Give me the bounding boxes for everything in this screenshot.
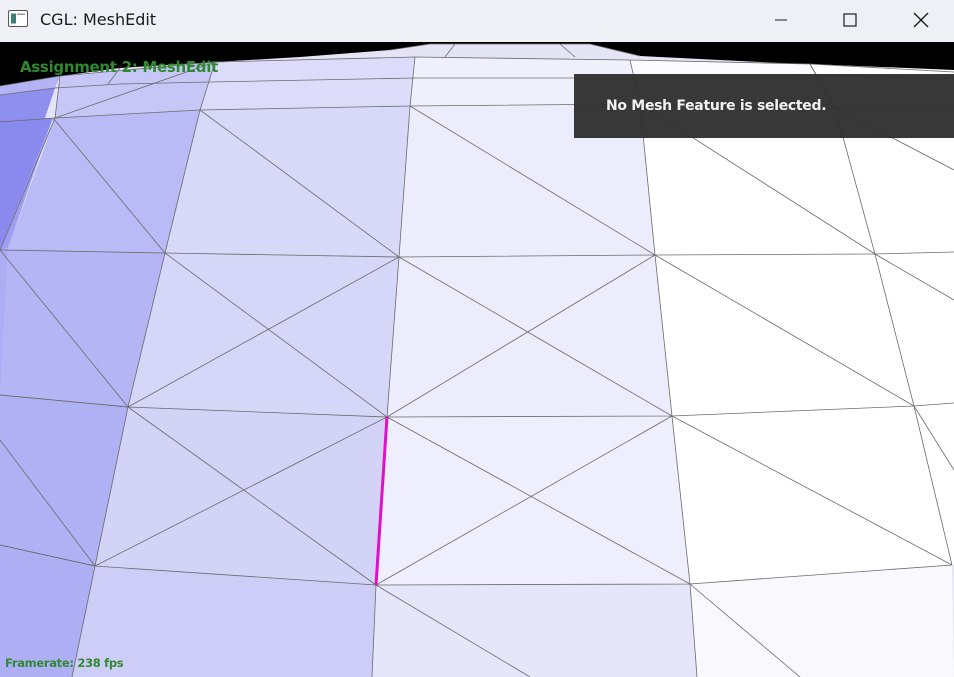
mesh-face	[387, 255, 672, 417]
window-title: CGL: MeshEdit	[40, 10, 157, 29]
minimize-button[interactable]	[746, 0, 816, 40]
minimize-icon	[775, 19, 787, 21]
mesh-face	[672, 406, 952, 584]
framerate-label: Framerate: 238 fps	[5, 656, 124, 670]
info-panel-text: No Mesh Feature is selected.	[606, 98, 827, 114]
gl-viewport[interactable]: Assignment 2: MeshEdit No Mesh Feature i…	[0, 42, 954, 677]
title-bar[interactable]: CGL: MeshEdit	[0, 0, 954, 42]
mesh-faces	[0, 57, 954, 677]
mesh-face	[372, 584, 697, 677]
mesh-face	[165, 106, 410, 257]
app-window-icon	[8, 10, 28, 27]
mesh-face	[128, 253, 399, 417]
app-window: CGL: MeshEdit Assignment 2: MeshEdit No …	[0, 0, 954, 677]
maximize-button[interactable]	[815, 0, 885, 40]
maximize-icon	[843, 13, 857, 27]
mesh-face	[655, 254, 914, 416]
app-title-label: Assignment 2: MeshEdit	[20, 58, 218, 76]
info-panel: No Mesh Feature is selected.	[574, 74, 954, 138]
mesh-face	[690, 565, 954, 677]
close-icon	[913, 12, 929, 28]
mesh-face	[95, 407, 387, 585]
mesh-face	[376, 416, 690, 585]
close-button[interactable]	[886, 0, 954, 40]
mesh-face	[200, 57, 415, 110]
